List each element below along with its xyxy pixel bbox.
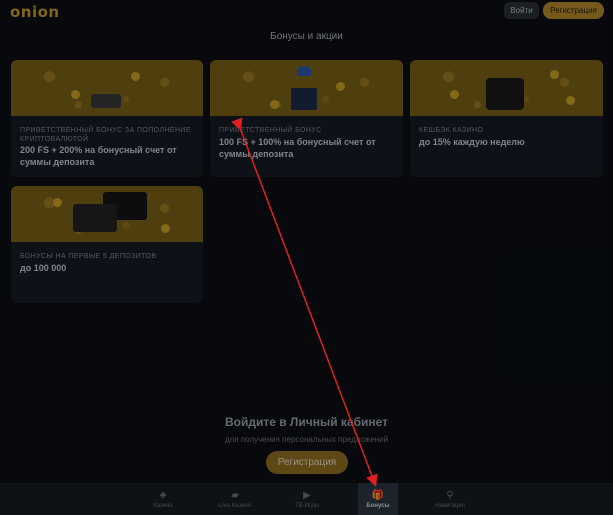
gift-box-icon [291,88,317,110]
card-title: 100 FS + 100% на бонусный счет от суммы … [219,137,376,159]
coin-icon [131,72,140,81]
card-image [410,60,603,116]
card-image [210,60,403,116]
login-button[interactable]: Войти [504,2,539,19]
card-title: 200 FS + 200% на бонусный счет от суммы … [20,145,177,167]
wallet-icon [486,78,524,110]
bonus-card-first-deposits[interactable]: БОНУСЫ НА ПЕРВЫЕ 5 ДЕПОЗИТОВ до 100 000 [11,186,203,303]
nav-item-bonuses[interactable]: 🎁 Бонусы [358,483,398,515]
login-prompt-title: Войдите в Личный кабинет [224,415,389,429]
card-category: КЕШБЭК КАЗИНО [419,127,484,134]
coin-icon [550,70,559,79]
card-title: до 100 000 [20,263,67,273]
tv-icon: ▶ [303,489,311,501]
gift-icon: 🎁 [371,489,385,501]
bonus-card-welcome[interactable]: ПРИВЕТСТВЕННЫЙ БОНУС 100 FS + 100% на бо… [210,60,403,177]
card-image [11,186,203,242]
search-list-icon: ⚲ [446,489,454,501]
credit-card-icon [73,204,117,232]
nav-item-tv-games[interactable]: ▶ ТВ-Игры [277,483,337,515]
coin-icon [336,82,345,91]
nav-item-label: Live Казино [218,502,252,509]
card-title: до 15% каждую неделю [419,137,525,147]
coin-icon [566,96,575,105]
login-prompt: Войдите в Личный кабинет для получения п… [0,415,613,444]
slots-icon: ♣ [159,489,167,501]
onion-logo[interactable]: onion [10,3,60,21]
register-big-button[interactable]: Регистрация [266,451,348,474]
coin-icon [270,100,279,109]
bonus-card-crypto[interactable]: ПРИВЕТСТВЕННЫЙ БОНУС ЗА ПОПОЛНЕНИЕ КРИПТ… [11,60,203,177]
register-button[interactable]: Регистрация [543,2,604,19]
coin-icon [161,224,170,233]
card-category: ПРИВЕТСТВЕННЫЙ БОНУС ЗА ПОПОЛНЕНИЕ КРИПТ… [20,127,191,143]
nav-item-navigation[interactable]: ⚲ Навигация [420,483,480,515]
card-category: ПРИВЕТСТВЕННЫЙ БОНУС [219,127,322,134]
cards-icon: ▰ [231,489,239,501]
card-category: БОНУСЫ НА ПЕРВЫЕ 5 ДЕПОЗИТОВ [20,253,157,260]
nav-item-casino[interactable]: ♣ Казино [133,483,193,515]
gift-bow-icon [297,66,311,76]
coin-icon [450,90,459,99]
nav-item-live-casino[interactable]: ▰ Live Казино [205,483,265,515]
page-title: Бонусы и акции [270,31,343,42]
nav-item-label: Навигация [435,502,465,509]
login-prompt-subtitle: для получения персональных предложений [224,435,389,444]
nav-item-label: Бонусы [366,502,390,509]
nav-item-label: Казино [153,502,173,509]
coin-icon [71,90,80,99]
bonus-card-cashback[interactable]: КЕШБЭК КАЗИНО до 15% каждую неделю [410,60,603,177]
top-bar: onion Войти Регистрация [0,0,613,24]
nav-item-label: ТВ-Игры [295,502,319,509]
bottom-nav: ♣ Казино ▰ Live Казино ▶ ТВ-Игры 🎁 Бонус… [0,483,613,515]
card-image [11,60,203,116]
coin-icon [53,198,62,207]
card-illustration-icon [91,94,121,108]
